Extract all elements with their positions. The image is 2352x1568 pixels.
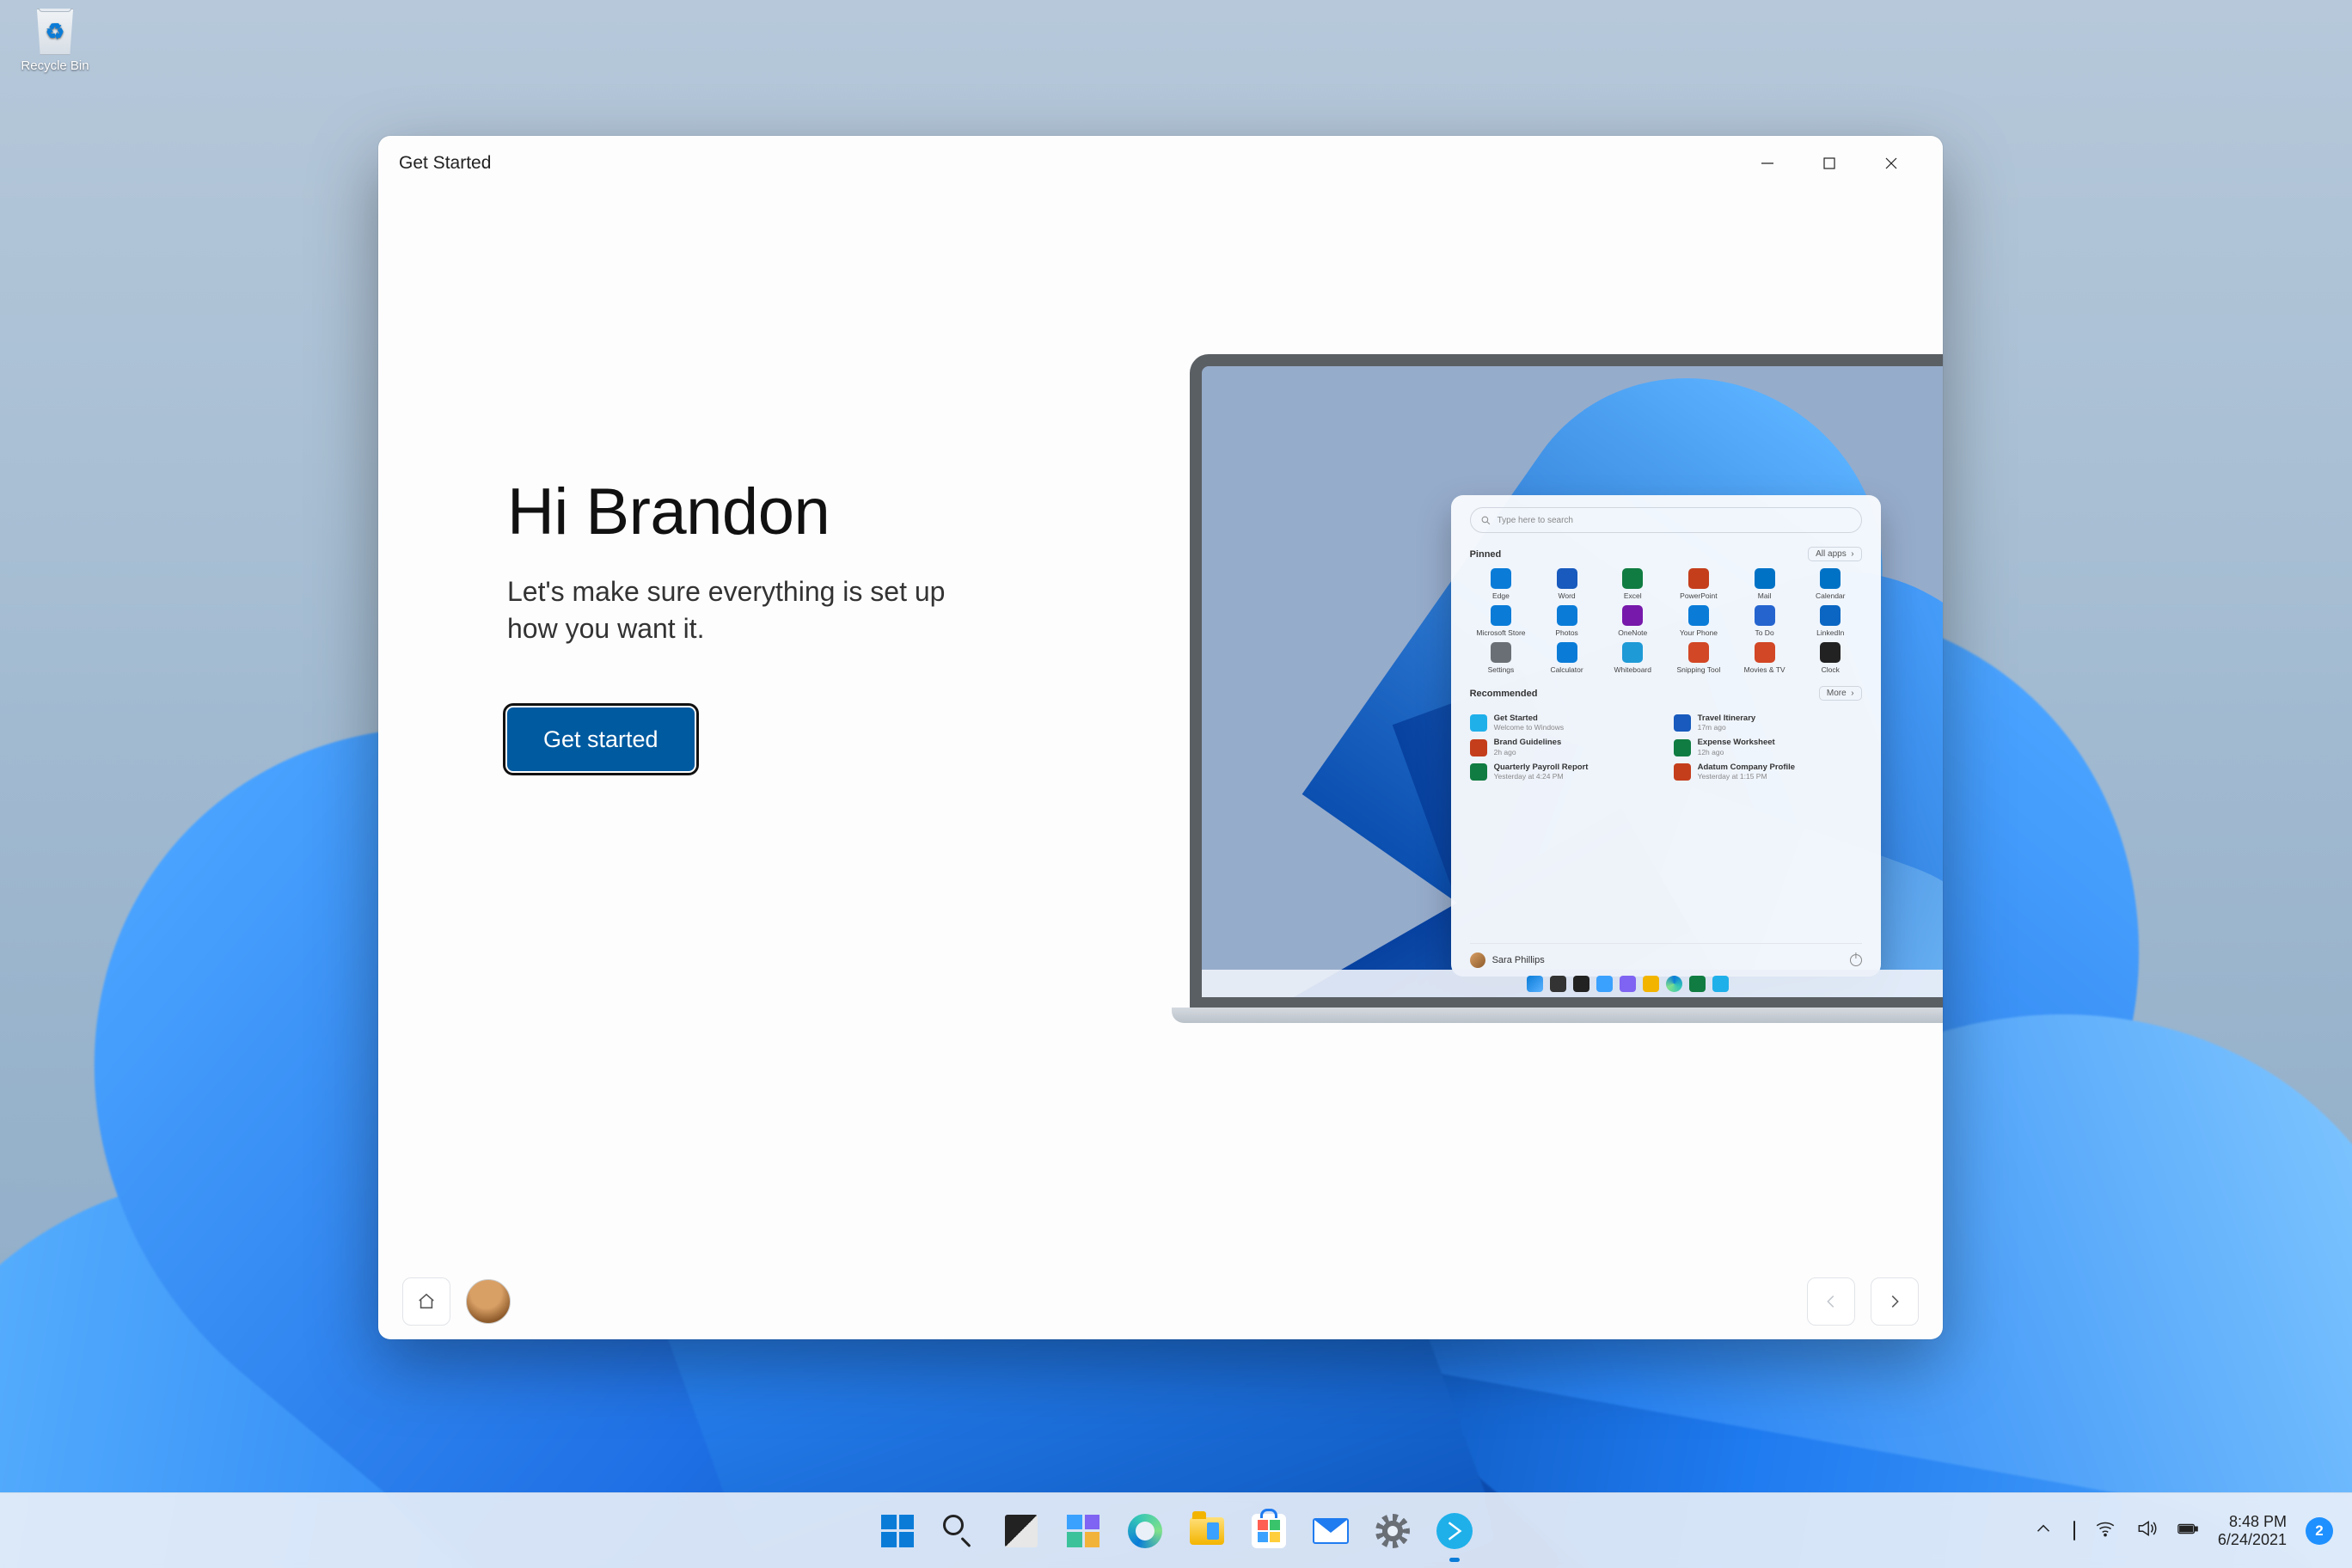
mini-avatar-icon xyxy=(1470,952,1485,968)
mini-search-box: Type here to search xyxy=(1470,507,1862,533)
mini-pinned-app: Microsoft Store xyxy=(1470,605,1533,637)
mini-pinned-app: Photos xyxy=(1535,605,1598,637)
mini-pinned-app: Whiteboard xyxy=(1602,642,1664,674)
mini-pinned-app: Calculator xyxy=(1535,642,1598,674)
maximize-button[interactable] xyxy=(1798,144,1860,183)
notification-badge[interactable]: 2 xyxy=(2306,1517,2333,1545)
mini-pinned-app: Movies & TV xyxy=(1733,642,1796,674)
taskbar-get-started-button[interactable] xyxy=(1429,1505,1480,1557)
get-started-button[interactable]: Get started xyxy=(507,707,695,771)
recycle-bin-icon: ♻ xyxy=(34,9,76,55)
mini-recommended-item: Quarterly Payroll ReportYesterday at 4:2… xyxy=(1470,763,1658,781)
taskbar-start-button[interactable] xyxy=(872,1505,923,1557)
mini-recommended-label: Recommended xyxy=(1470,689,1538,699)
edge-icon xyxy=(1128,1514,1162,1548)
mini-pinned-app: PowerPoint xyxy=(1668,568,1730,600)
mini-recommended-item: Adatum Company ProfileYesterday at 1:15 … xyxy=(1674,763,1862,781)
settings-icon xyxy=(1375,1514,1410,1548)
mini-pinned-app: Excel xyxy=(1602,568,1664,600)
mini-pinned-app: Snipping Tool xyxy=(1668,642,1730,674)
home-button[interactable] xyxy=(402,1277,450,1326)
mini-pinned-app: To Do xyxy=(1733,605,1796,637)
volume-icon[interactable] xyxy=(2135,1517,2158,1545)
search-icon xyxy=(943,1515,976,1547)
mini-recommended-item: Travel Itinerary17m ago xyxy=(1674,714,1862,732)
mini-pinned-app: Edge xyxy=(1470,568,1533,600)
greeting-heading: Hi Brandon xyxy=(507,475,1069,549)
tray-overflow-button[interactable] xyxy=(2032,1517,2055,1545)
mini-more: More › xyxy=(1819,686,1862,701)
mini-recommended-item: Get StartedWelcome to Windows xyxy=(1470,714,1658,732)
taskbar-store-button[interactable] xyxy=(1243,1505,1295,1557)
user-avatar[interactable] xyxy=(466,1279,511,1324)
mini-pinned-app: Mail xyxy=(1733,568,1796,600)
mini-pinned-app: OneNote xyxy=(1602,605,1664,637)
taskbar-date: 6/24/2021 xyxy=(2218,1531,2287,1549)
wifi-icon[interactable] xyxy=(2094,1517,2116,1545)
recycle-bin-label: Recycle Bin xyxy=(12,58,98,73)
widgets-icon xyxy=(1067,1515,1099,1547)
prev-button xyxy=(1807,1277,1855,1326)
mini-all-apps: All apps › xyxy=(1808,547,1861,561)
taskbar-clock[interactable]: 8:48 PM 6/24/2021 xyxy=(2218,1513,2287,1548)
windows-icon xyxy=(881,1515,914,1547)
keyboard-icon[interactable] xyxy=(2073,1522,2075,1540)
minimize-button[interactable] xyxy=(1736,144,1798,183)
titlebar[interactable]: Get Started xyxy=(378,136,1943,191)
taskbar-task-view-button[interactable] xyxy=(995,1505,1047,1557)
mini-taskbar xyxy=(1202,970,1943,997)
taskbar: 8:48 PM 6/24/2021 2 xyxy=(0,1492,2352,1568)
mini-pinned-app: LinkedIn xyxy=(1799,605,1862,637)
mini-pinned-app: Word xyxy=(1535,568,1598,600)
illustration-laptop: Type here to search Pinned All apps › Ed… xyxy=(1130,191,1943,1264)
close-button[interactable] xyxy=(1860,144,1922,183)
battery-icon[interactable] xyxy=(2177,1517,2199,1545)
taskbar-widgets-button[interactable] xyxy=(1057,1505,1109,1557)
mini-recommended-item: Expense Worksheet12h ago xyxy=(1674,738,1862,756)
mini-pinned-app: Your Phone xyxy=(1668,605,1730,637)
task-view-icon xyxy=(1005,1515,1038,1547)
store-icon xyxy=(1252,1514,1286,1548)
taskbar-edge-button[interactable] xyxy=(1119,1505,1171,1557)
mini-start-menu: Type here to search Pinned All apps › Ed… xyxy=(1451,495,1881,977)
greeting-subtext: Let's make sure everything is set up how… xyxy=(507,573,989,647)
mini-recommended-item: Brand Guidelines2h ago xyxy=(1470,738,1658,756)
taskbar-mail-button[interactable] xyxy=(1305,1505,1357,1557)
mini-user-name: Sara Phillips xyxy=(1492,955,1545,965)
mini-pinned-app: Settings xyxy=(1470,642,1533,674)
mail-icon xyxy=(1313,1518,1349,1544)
taskbar-explorer-button[interactable] xyxy=(1181,1505,1233,1557)
mini-pinned-label: Pinned xyxy=(1470,549,1502,560)
mini-power-icon xyxy=(1850,954,1862,966)
mini-pinned-app: Clock xyxy=(1799,642,1862,674)
get-started-icon xyxy=(1436,1513,1473,1549)
mini-pinned-app: Calendar xyxy=(1799,568,1862,600)
window-title: Get Started xyxy=(399,153,491,174)
system-tray: 8:48 PM 6/24/2021 2 xyxy=(2013,1493,2352,1568)
window-footer xyxy=(378,1264,1943,1339)
next-button[interactable] xyxy=(1871,1277,1919,1326)
get-started-window: Get Started Hi Brandon Let's make sure e… xyxy=(378,136,1943,1339)
taskbar-time: 8:48 PM xyxy=(2218,1513,2287,1531)
taskbar-search-button[interactable] xyxy=(934,1505,985,1557)
taskbar-settings-button[interactable] xyxy=(1367,1505,1418,1557)
desktop-icon-recycle-bin[interactable]: ♻ Recycle Bin xyxy=(12,9,98,73)
file-explorer-icon xyxy=(1190,1517,1224,1545)
